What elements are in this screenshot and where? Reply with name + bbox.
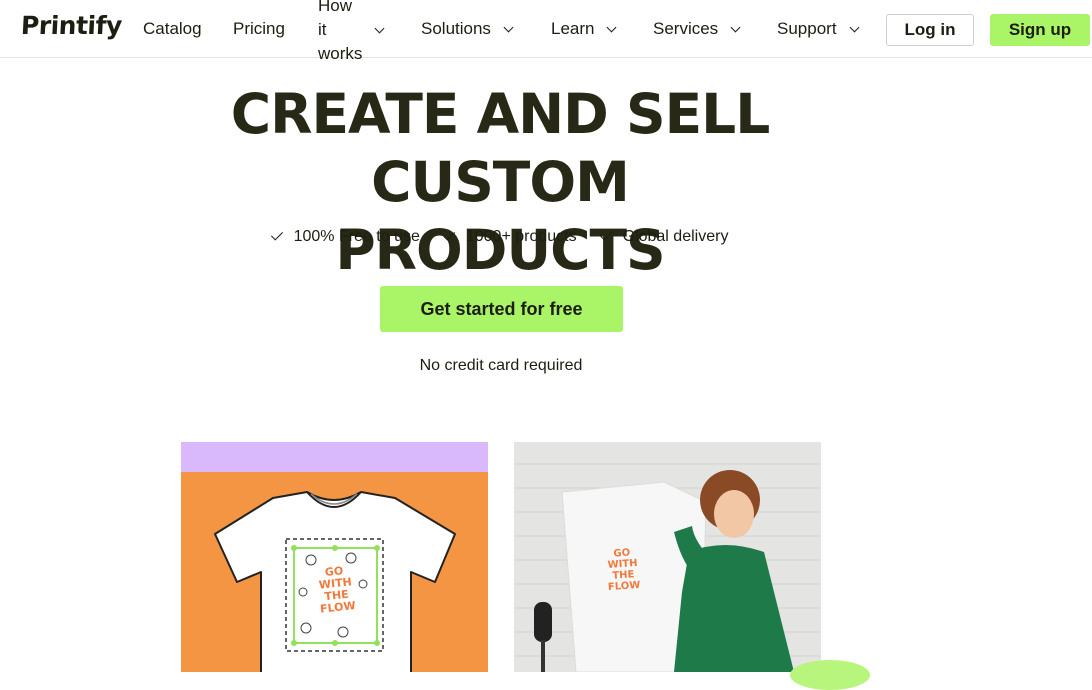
login-button[interactable]: Log in xyxy=(886,14,974,46)
hero-title-line-1: CREATE AND SELL xyxy=(230,82,771,146)
hero-title-line-2: CUSTOM PRODUCTS xyxy=(335,150,665,282)
tshirt-illustration xyxy=(214,491,456,672)
get-started-button[interactable]: Get started for free xyxy=(380,286,623,332)
nav-catalog-label: Catalog xyxy=(143,19,202,38)
design-text: GO WITH THE FLOW xyxy=(314,564,359,616)
chevron-down-icon xyxy=(607,22,617,32)
feature-item: 100% Free to use xyxy=(270,228,420,246)
chevron-down-icon xyxy=(730,22,741,32)
tshirt-design-card: GO WITH THE FLOW xyxy=(181,442,488,672)
feature-item: 1000+ products xyxy=(442,228,577,246)
nav-pricing[interactable]: Pricing xyxy=(233,0,285,58)
shirt-print-text: GO WITH THE FLOW xyxy=(605,547,642,593)
feature-label: 100% Free to use xyxy=(293,228,420,245)
feature-label: 1000+ products xyxy=(465,228,577,245)
nav-support-label: Support xyxy=(777,19,837,38)
feature-label: Global delivery xyxy=(622,228,729,245)
signup-button[interactable]: Sign up xyxy=(990,14,1090,46)
site-header: Printify Catalog Pricing How it works Solu… xyxy=(0,0,1092,63)
nav-catalog[interactable]: Catalog xyxy=(143,0,202,58)
nav-solutions[interactable]: Solutions xyxy=(421,0,514,58)
nav-how-it-works[interactable]: How it works xyxy=(318,0,398,63)
nav-support[interactable]: Support xyxy=(777,0,859,58)
feature-list: 100% Free to use 1000+ products Global d… xyxy=(0,228,1002,246)
nav-services[interactable]: Services xyxy=(653,0,741,58)
nav-how-it-works-label: How it works xyxy=(318,0,363,63)
chevron-down-icon xyxy=(503,22,514,32)
nav-learn[interactable]: Learn xyxy=(551,0,617,58)
nav-learn-label: Learn xyxy=(551,19,595,38)
check-icon xyxy=(599,228,612,241)
no-credit-card-note: No credit card required xyxy=(419,357,583,374)
nav-solutions-label: Solutions xyxy=(421,19,491,38)
printify-logo[interactable]: Printify xyxy=(20,11,122,40)
decorative-blob xyxy=(790,660,870,690)
model-photo xyxy=(514,442,821,672)
model-photo-card: GO WITH THE FLOW xyxy=(514,442,821,672)
feature-item: Global delivery xyxy=(599,228,729,246)
check-icon xyxy=(270,228,283,241)
chevron-down-icon xyxy=(374,23,385,34)
nav-pricing-label: Pricing xyxy=(233,19,285,38)
design-text-line: FLOW xyxy=(607,579,641,594)
hero-title: CREATE AND SELL CUSTOM PRODUCTS xyxy=(200,80,800,284)
chevron-down-icon xyxy=(849,22,859,32)
check-icon xyxy=(442,228,455,241)
nav-services-label: Services xyxy=(653,19,719,38)
